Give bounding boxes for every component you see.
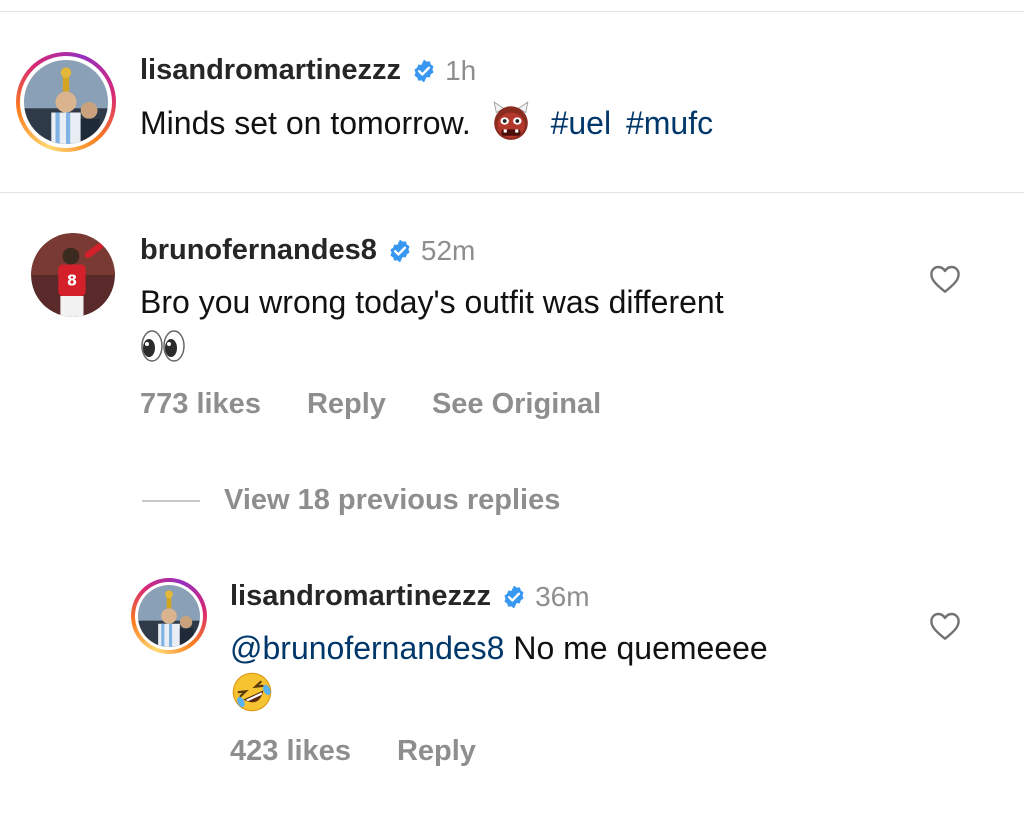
hashtag-mufc[interactable]: #mufc [626,105,713,141]
verified-badge-icon [504,585,524,608]
post-author-username[interactable]: lisandromartinezzz [140,54,401,87]
reply-text: @brunofernandes8 No me quemeeee [230,626,910,715]
avatar-photo-icon [24,60,108,144]
comment-time: 52m [420,234,476,266]
post-divider [0,192,1024,193]
comment-text-line: Bro you wrong today's outfit was differe… [140,284,724,320]
view-replies-label[interactable]: View 18 previous replies [224,484,560,517]
avatar-photo-icon [138,585,200,647]
reply-header: lisandromartinezzz 36m [230,580,590,613]
reply-mention-link[interactable]: @brunofernandes8 [230,630,504,666]
hashtag-uel[interactable]: #uel [551,105,612,141]
post-header: lisandromartinezzz 1h [140,54,476,87]
comment-header: brunofernandes8 52m [140,234,475,267]
rolling-on-floor-laughing-icon [232,672,272,712]
replies-divider-line [142,499,200,502]
comment-author-avatar[interactable]: 8 [31,233,115,317]
verified-badge-icon [390,239,410,262]
top-divider [0,11,1024,12]
comment-meta: 773 likes Reply See Original [140,388,647,421]
post-author-avatar[interactable] [16,52,116,152]
reply-author-username[interactable]: lisandromartinezzz [230,580,491,613]
comment-text: Bro you wrong today's outfit was differe… [140,280,900,368]
like-heart-icon[interactable] [929,264,961,294]
reply-author-avatar[interactable] [131,578,207,654]
comment-likes-count[interactable]: 773 likes [140,388,261,421]
reply-meta: 423 likes Reply [230,735,522,768]
reply-reply-button[interactable]: Reply [397,735,476,768]
eyes-icon [141,330,185,362]
like-heart-icon[interactable] [929,611,961,641]
avatar-photo-icon: 8 [31,233,115,317]
reply-text-content: No me quemeeee [513,630,768,666]
see-original-button[interactable]: See Original [432,388,601,421]
reply-time: 36m [535,580,590,612]
comment-author-username[interactable]: brunofernandes8 [140,234,377,267]
post-time: 1h [445,54,477,86]
post-caption: Minds set on tomorrow. #uel #mufc [140,100,713,145]
post-caption-text: Minds set on tomorrow. [140,105,471,141]
view-previous-replies[interactable]: View 18 previous replies [142,484,560,517]
comment-reply-button[interactable]: Reply [307,388,386,421]
verified-badge-icon [414,59,434,82]
ogre-face-icon [493,101,529,140]
svg-text:8: 8 [67,273,77,290]
reply-likes-count[interactable]: 423 likes [230,735,351,768]
